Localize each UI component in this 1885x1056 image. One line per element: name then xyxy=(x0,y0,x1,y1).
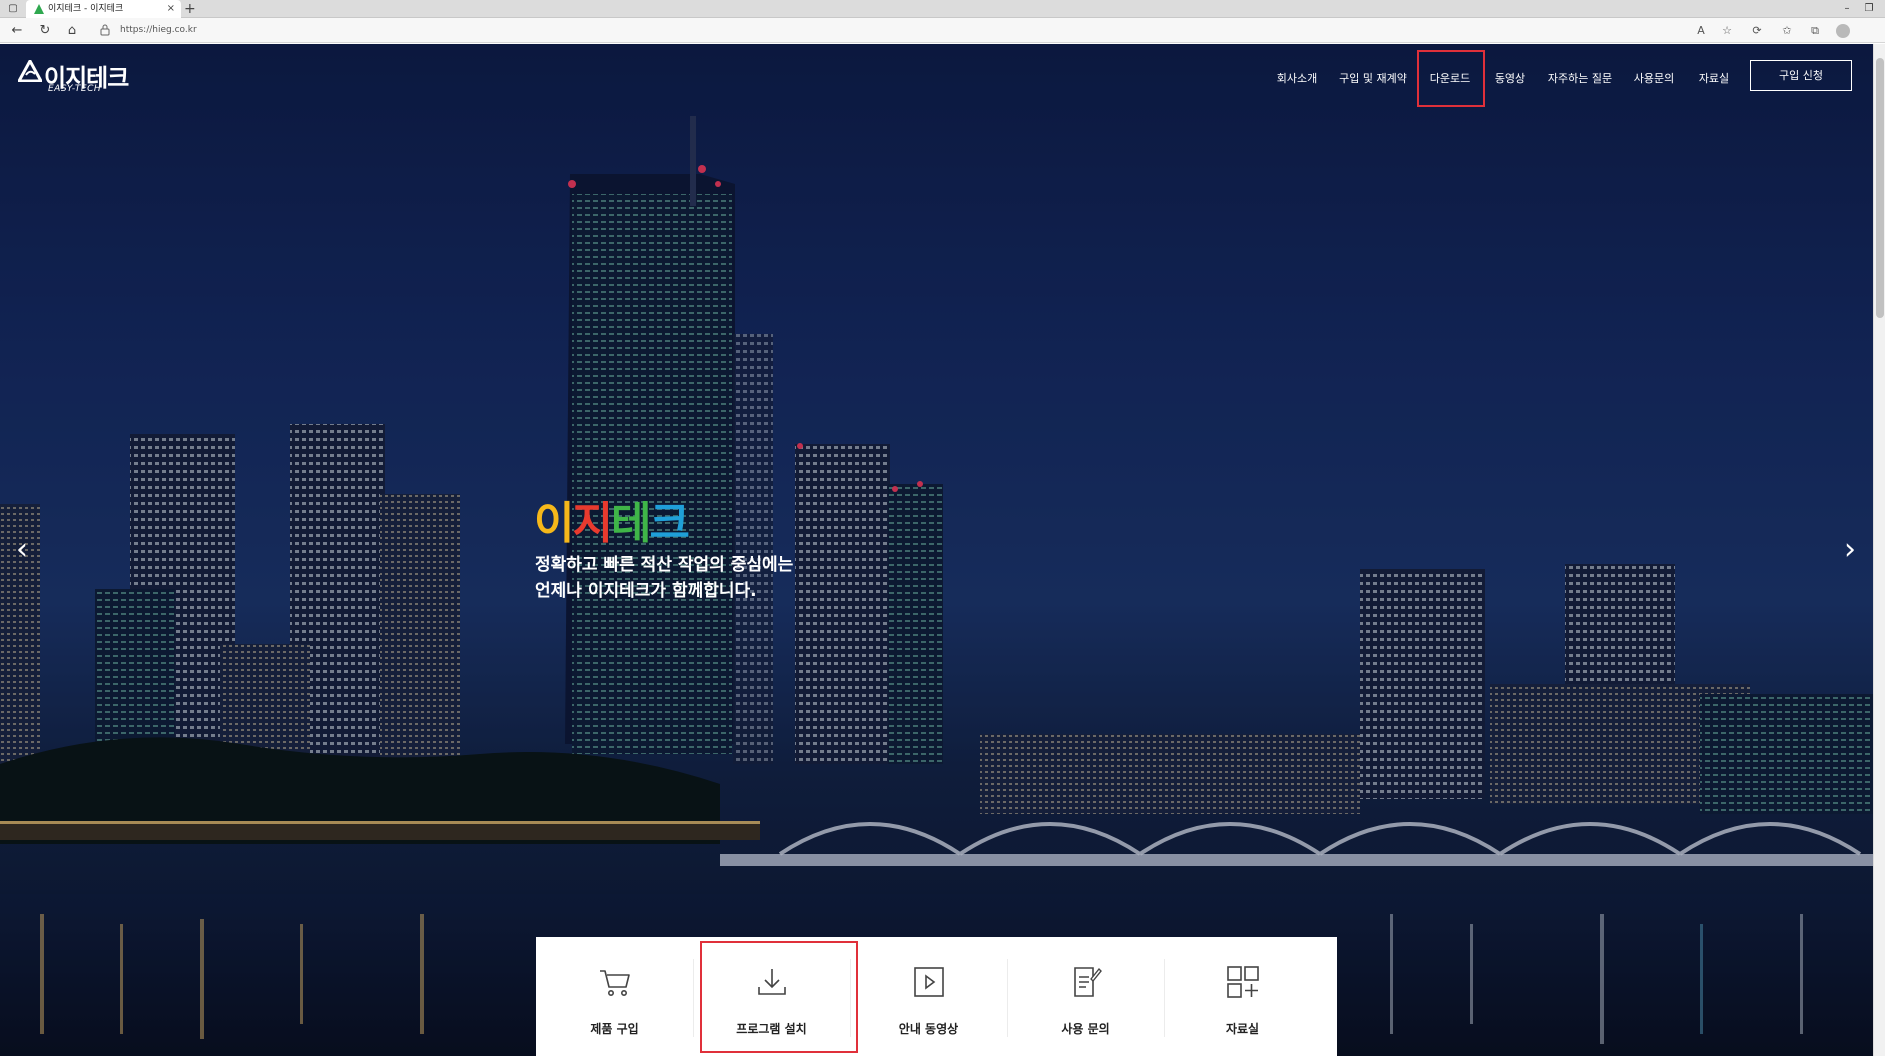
hero-background-image xyxy=(0,44,1873,1056)
url-field[interactable]: https://hieg.co.kr xyxy=(120,18,197,43)
hero-brand-char: 지 xyxy=(572,498,613,549)
browser-tab[interactable]: 이지테크 - 이지테크 × xyxy=(26,0,181,18)
new-tab-button[interactable]: + xyxy=(184,0,196,18)
quick-item-library[interactable]: 자료실 xyxy=(1164,937,1321,1056)
site-logo[interactable]: 이지테크 EASY-TECH xyxy=(18,58,138,94)
quick-item-purchase[interactable]: 제품 구입 xyxy=(536,937,693,1056)
purchase-request-button[interactable]: 구입 신청 xyxy=(1750,60,1852,91)
profile-avatar[interactable] xyxy=(1836,24,1850,38)
logo-subtitle: EASY-TECH xyxy=(48,84,102,94)
back-icon[interactable]: ← xyxy=(8,22,26,40)
install-highlight-box xyxy=(700,941,858,1053)
collections-icon[interactable]: ⧉ xyxy=(1806,22,1824,40)
window-menu-icon[interactable]: ▢ xyxy=(6,2,20,16)
restore-icon[interactable]: ❐ xyxy=(1862,2,1876,16)
quick-item-label: 사용 문의 xyxy=(1061,1022,1110,1036)
page-scrollbar[interactable] xyxy=(1873,44,1885,1056)
add-favorite-icon[interactable]: ☆ xyxy=(1718,22,1736,40)
address-bar: ← ↻ ⌂ https://hieg.co.kr A ☆ ⟳ ✩ ⧉ xyxy=(0,18,1885,43)
download-highlight-box xyxy=(1417,50,1485,107)
lock-icon[interactable] xyxy=(100,24,110,36)
quick-item-label: 자료실 xyxy=(1225,1022,1260,1036)
nav-purchase[interactable]: 구입 및 재계약 xyxy=(1338,64,1408,94)
nav-video[interactable]: 동영상 xyxy=(1490,64,1530,94)
minimize-icon[interactable]: – xyxy=(1840,2,1854,16)
hero-brand-char: 크 xyxy=(649,498,690,549)
favicon-icon xyxy=(34,4,44,14)
scrollbar-thumb[interactable] xyxy=(1876,58,1884,318)
quick-item-label: 제품 구입 xyxy=(590,1022,639,1036)
quick-item-video[interactable]: 안내 동영상 xyxy=(850,937,1007,1056)
nav-faq[interactable]: 자주하는 질문 xyxy=(1546,64,1614,94)
home-icon[interactable]: ⌂ xyxy=(63,22,81,40)
hero-tagline-line1: 정확하고 빠른 적산 작업의 중심에는 xyxy=(535,555,794,575)
nav-company[interactable]: 회사소개 xyxy=(1272,64,1322,94)
quick-item-inquiry[interactable]: 사용 문의 xyxy=(1007,937,1164,1056)
tab-title: 이지테크 - 이지테크 xyxy=(48,4,124,14)
hero-brand-char: 이 xyxy=(534,498,575,549)
hero-tagline-line2: 언제나 이지테크가 함께합니다. xyxy=(535,581,757,601)
grid-plus-icon xyxy=(1226,966,1259,998)
document-edit-icon xyxy=(1073,967,1102,997)
hero-brand-logo: 이지테크 xyxy=(534,487,690,549)
refresh-icon[interactable]: ↻ xyxy=(36,22,54,40)
logo-mark-icon xyxy=(18,60,42,82)
hero-brand-char: 테 xyxy=(610,498,652,549)
quick-menu: 제품 구입 프로그램 설치 안내 동영상 사용 문의 자료실 xyxy=(536,937,1337,1056)
slider-prev-icon[interactable]: ‹ xyxy=(10,532,34,568)
browser-tabbar: ▢ 이지테크 - 이지테크 × + – ❐ xyxy=(0,0,1885,18)
slider-next-icon[interactable]: › xyxy=(1838,532,1862,568)
nav-inquiry[interactable]: 사용문의 xyxy=(1630,64,1678,94)
tab-close-icon[interactable]: × xyxy=(167,0,175,18)
read-aloud-icon[interactable]: A xyxy=(1692,22,1710,40)
extensions-icon[interactable]: ⟳ xyxy=(1748,22,1766,40)
quick-item-label: 안내 동영상 xyxy=(898,1022,959,1036)
cart-icon xyxy=(599,970,630,996)
hero-tagline: 정확하고 빠른 적산 작업의 중심에는 언제나 이지테크가 함께합니다. xyxy=(535,552,793,604)
play-icon xyxy=(913,967,944,997)
nav-library[interactable]: 자료실 xyxy=(1694,64,1734,94)
page-viewport: 이지테크 EASY-TECH 회사소개 구입 및 재계약 다운로드 동영상 자주… xyxy=(0,44,1873,1056)
favorites-icon[interactable]: ✩ xyxy=(1778,22,1796,40)
